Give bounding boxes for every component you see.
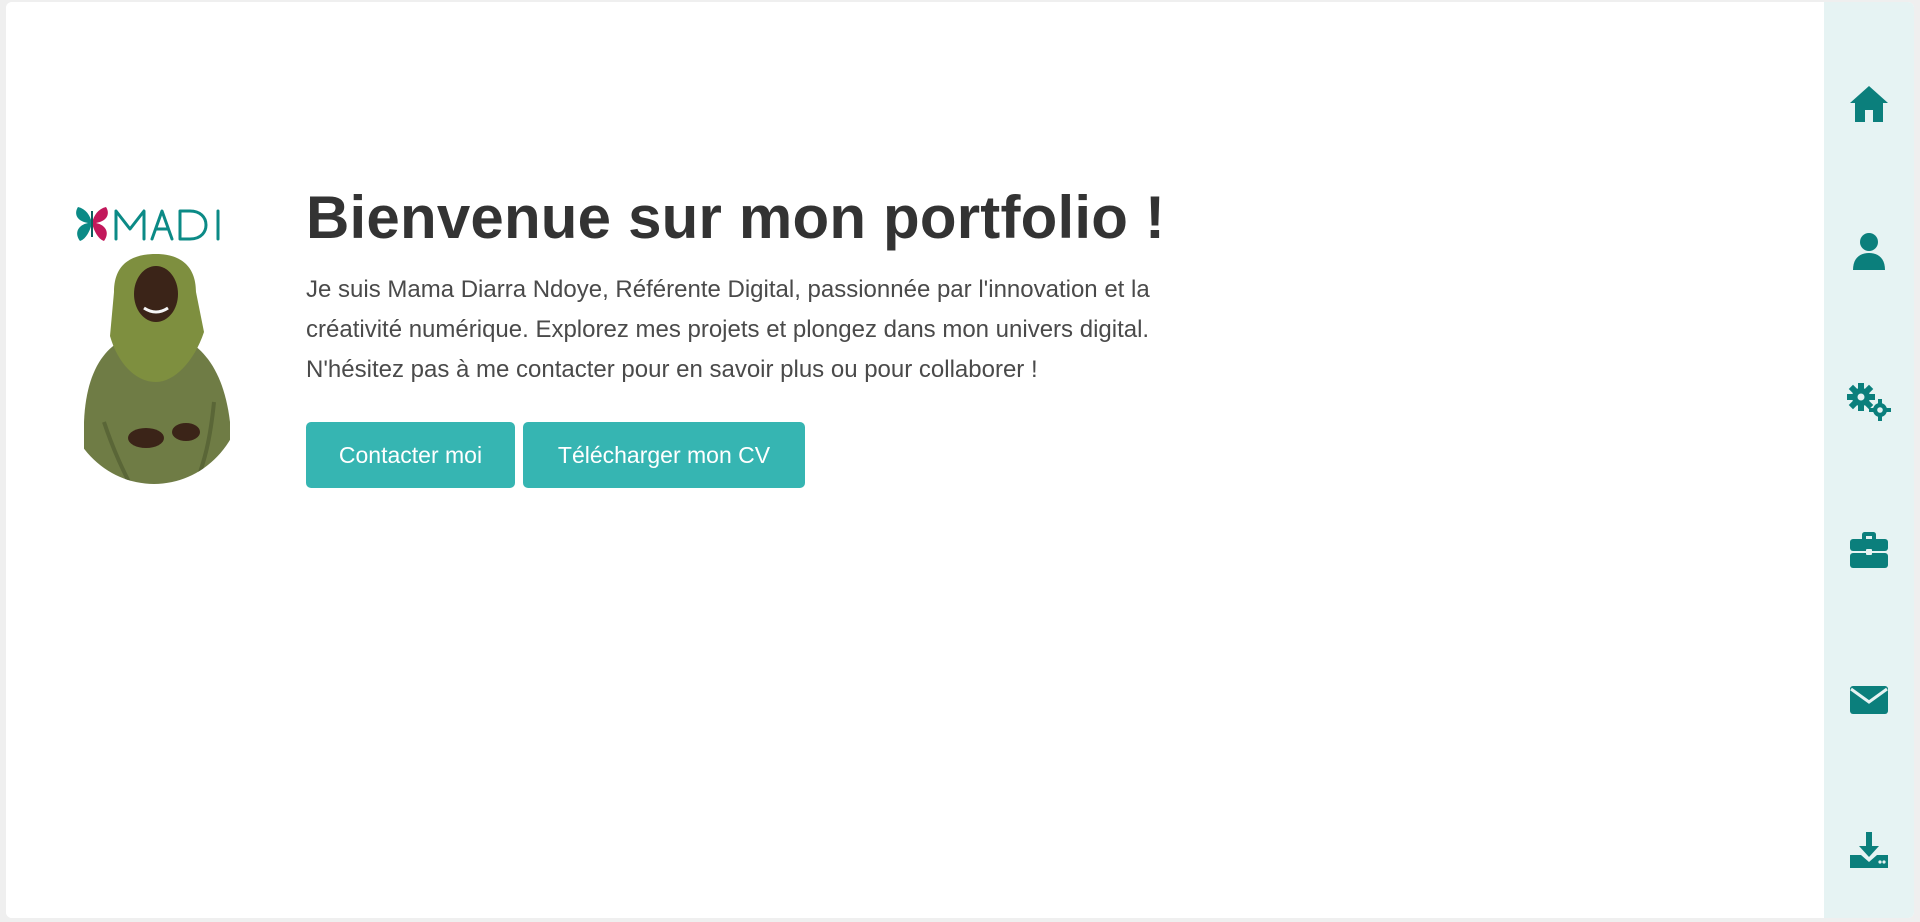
hero-title: Bienvenue sur mon portfolio ! xyxy=(306,184,1166,251)
nav-portfolio[interactable] xyxy=(1824,510,1914,590)
hero-section: Bienvenue sur mon portfolio ! Je suis Ma… xyxy=(306,180,1246,488)
download-cv-button[interactable]: Télécharger mon CV xyxy=(523,422,805,488)
butterfly-logo-icon xyxy=(76,207,108,241)
nav-download[interactable] xyxy=(1824,810,1914,890)
home-icon xyxy=(1850,86,1888,122)
hero-description: Je suis Mama Diarra Ndoye, Référente Dig… xyxy=(306,276,1150,383)
contact-button[interactable]: Contacter moi xyxy=(306,422,515,488)
nav-about[interactable] xyxy=(1824,212,1914,292)
side-navigation xyxy=(1824,2,1914,918)
user-icon xyxy=(1853,233,1885,270)
hero-actions: Contacter moi Télécharger mon CV xyxy=(306,422,1246,488)
nav-home[interactable] xyxy=(1824,64,1914,144)
gears-icon xyxy=(1847,383,1891,421)
nav-skills[interactable] xyxy=(1824,362,1914,442)
madi-logo xyxy=(72,198,232,248)
main-content: Bienvenue sur mon portfolio ! Je suis Ma… xyxy=(6,2,1824,918)
briefcase-icon xyxy=(1850,532,1888,568)
profile-portrait xyxy=(64,252,244,484)
page-frame: Bienvenue sur mon portfolio ! Je suis Ma… xyxy=(6,2,1914,918)
download-icon xyxy=(1850,832,1888,868)
envelope-icon xyxy=(1850,686,1888,714)
nav-contact[interactable] xyxy=(1824,660,1914,740)
